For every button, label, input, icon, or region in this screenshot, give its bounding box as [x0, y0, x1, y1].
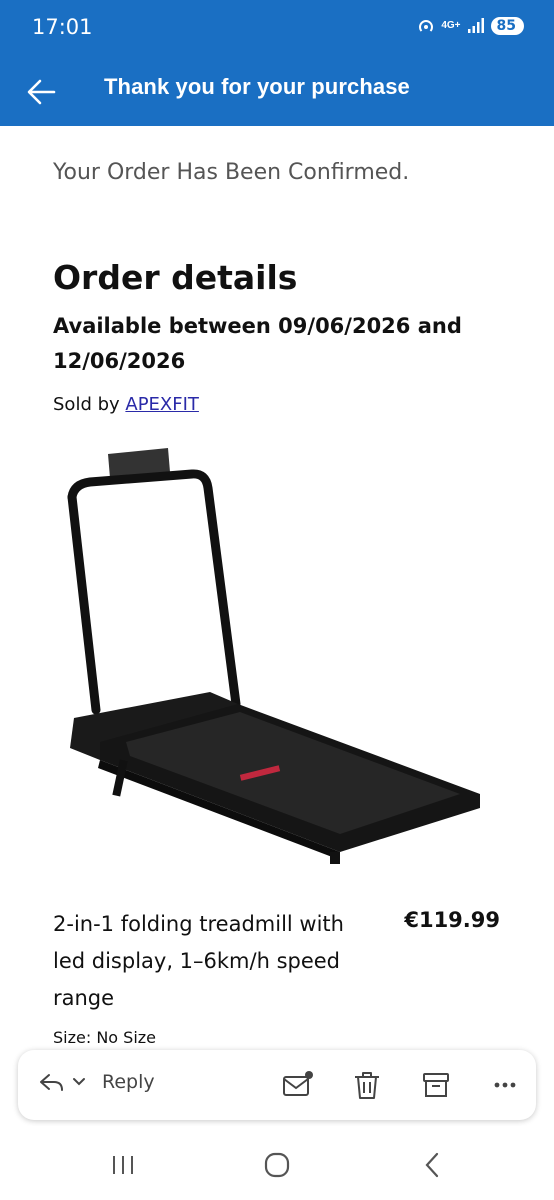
- home-icon[interactable]: [262, 1150, 292, 1180]
- app-bar: Thank you for your purchase: [0, 60, 554, 126]
- email-action-bar: Reply: [18, 1050, 536, 1120]
- reply-icon: [40, 1074, 63, 1091]
- product-name[interactable]: 2-in-1 folding treadmill with led displa…: [53, 906, 363, 1017]
- recent-apps-icon[interactable]: [108, 1150, 138, 1180]
- status-bar: 17:01 4G+ 85: [0, 0, 554, 60]
- archive-icon[interactable]: [419, 1068, 453, 1102]
- chevron-down-icon[interactable]: [72, 1077, 86, 1087]
- reply-button[interactable]: Reply: [38, 1070, 155, 1094]
- battery-badge: 85: [490, 17, 524, 35]
- product-size: Size: No Size: [53, 1028, 157, 1047]
- network-type: 4G+: [441, 20, 461, 31]
- status-time: 17:01: [32, 15, 93, 39]
- sold-by-label: Sold by: [53, 394, 126, 415]
- sold-by: Sold by APEXFIT: [53, 394, 199, 415]
- delete-icon[interactable]: [350, 1068, 384, 1102]
- back-icon[interactable]: [418, 1150, 448, 1180]
- order-confirmation-text: Your Order Has Been Confirmed.: [53, 160, 410, 185]
- product-price: €119.99: [404, 908, 500, 932]
- seller-link[interactable]: APEXFIT: [125, 394, 199, 415]
- order-details-heading: Order details: [53, 258, 298, 297]
- hotspot-icon: [419, 20, 434, 32]
- reply-label: Reply: [102, 1071, 155, 1093]
- more-icon[interactable]: [488, 1068, 522, 1102]
- availability-text: Available between 09/06/2026 and 12/06/2…: [53, 314, 462, 373]
- treadmill-product-image[interactable]: [60, 442, 490, 872]
- system-nav-bar: [0, 1126, 554, 1200]
- mark-unread-icon[interactable]: [280, 1068, 314, 1102]
- arrow-left-icon[interactable]: [24, 72, 60, 112]
- status-icons: 4G+ 85: [417, 17, 524, 35]
- email-body: Your Order Has Been Confirmed. Order det…: [0, 126, 554, 1056]
- page-title: Thank you for your purchase: [104, 74, 410, 99]
- signal-icon: [467, 18, 484, 33]
